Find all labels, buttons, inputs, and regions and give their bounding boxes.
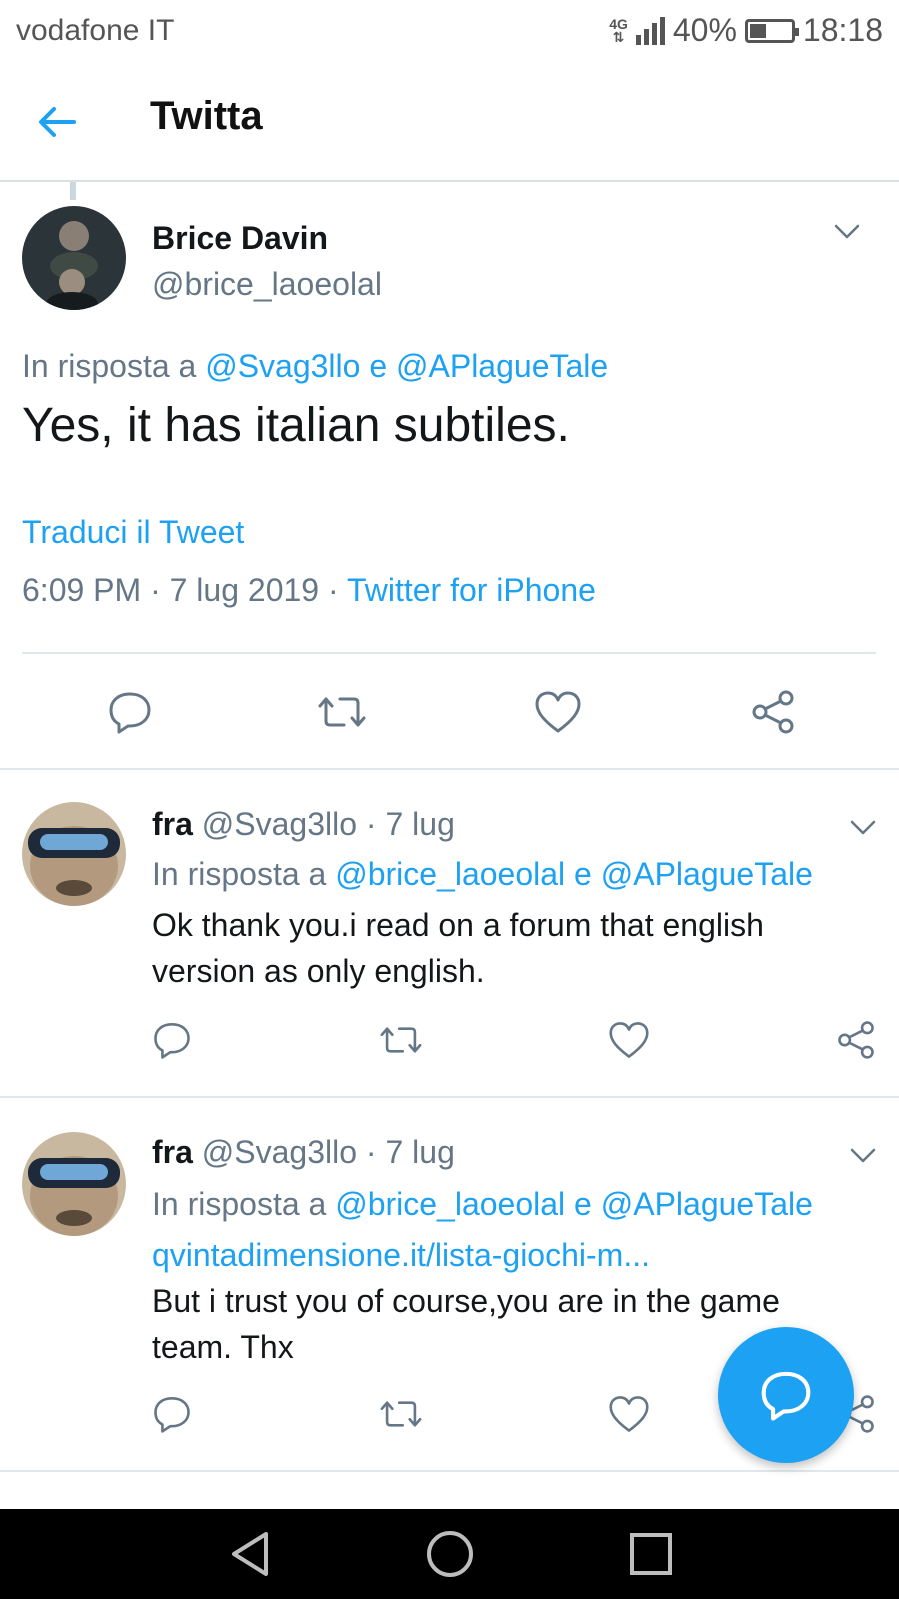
tweet-date: · 7 lug bbox=[365, 806, 455, 842]
compose-reply-icon bbox=[761, 1371, 811, 1421]
author-name[interactable]: fra bbox=[152, 1134, 193, 1170]
author-handle[interactable]: @Svag3llo bbox=[202, 1134, 357, 1170]
page-title: Twitta bbox=[150, 94, 263, 138]
share-icon[interactable] bbox=[836, 1020, 876, 1060]
battery-percent: 40% bbox=[672, 12, 737, 48]
carrier-name: vodafone IT bbox=[16, 14, 175, 47]
recents-square-icon[interactable] bbox=[628, 1529, 674, 1584]
like-icon[interactable] bbox=[608, 1020, 650, 1060]
reply-context: In risposta a @Svag3llo e @APlagueTale bbox=[22, 348, 609, 384]
tweet-meta: 6:09 PM · 7 lug 2019 · Twitter for iPhon… bbox=[22, 572, 596, 608]
chevron-down-icon[interactable] bbox=[848, 1140, 878, 1170]
retweet-icon[interactable] bbox=[378, 1020, 424, 1060]
system-nav-bar bbox=[0, 1509, 899, 1599]
reply-context: In risposta a @brice_laoeolal e @APlague… bbox=[152, 1186, 813, 1222]
app-header: Twitta bbox=[0, 62, 899, 182]
reply-icon[interactable] bbox=[152, 1020, 192, 1060]
thread-connector bbox=[70, 182, 76, 200]
like-icon[interactable] bbox=[534, 689, 582, 735]
source-link[interactable]: Twitter for iPhone bbox=[347, 572, 596, 608]
divider bbox=[22, 652, 876, 654]
signal-icon bbox=[635, 16, 665, 45]
author-handle[interactable]: @brice_laoeolal bbox=[152, 266, 382, 303]
divider bbox=[0, 1470, 899, 1472]
reply-icon[interactable] bbox=[107, 689, 153, 735]
reply-context: In risposta a @brice_laoeolal e @APlague… bbox=[152, 856, 813, 892]
divider bbox=[0, 1096, 899, 1098]
mention-link[interactable]: @brice_laoeolal bbox=[335, 1186, 565, 1222]
retweet-icon[interactable] bbox=[378, 1394, 424, 1434]
like-icon[interactable] bbox=[608, 1394, 650, 1434]
chevron-down-icon[interactable] bbox=[848, 812, 878, 842]
compose-reply-button[interactable] bbox=[718, 1327, 854, 1463]
reply-header: fra @Svag3llo · 7 lug bbox=[152, 806, 455, 843]
home-circle-icon[interactable] bbox=[425, 1529, 475, 1584]
avatar[interactable] bbox=[22, 1132, 126, 1236]
url-link[interactable]: qvintadimensione.it/lista-giochi-m... bbox=[152, 1237, 650, 1274]
battery-icon bbox=[744, 18, 799, 43]
tweet-text: Yes, it has italian subtiles. bbox=[22, 399, 570, 452]
mention-link[interactable]: @Svag3llo bbox=[205, 348, 360, 384]
avatar[interactable] bbox=[22, 206, 126, 310]
back-triangle-icon[interactable] bbox=[226, 1529, 274, 1584]
divider bbox=[0, 768, 899, 770]
mention-link[interactable]: @APlagueTale bbox=[601, 1186, 813, 1222]
avatar[interactable] bbox=[22, 802, 126, 906]
translate-link[interactable]: Traduci il Tweet bbox=[22, 514, 244, 551]
retweet-icon[interactable] bbox=[316, 689, 368, 735]
reply-header: fra @Svag3llo · 7 lug bbox=[152, 1134, 455, 1171]
share-icon[interactable] bbox=[750, 689, 796, 735]
arrow-left-icon[interactable] bbox=[34, 98, 82, 146]
tweet-text: Ok thank you.i read on a forum that engl… bbox=[152, 907, 764, 989]
author-name[interactable]: fra bbox=[152, 806, 193, 842]
mention-link[interactable]: @APlagueTale bbox=[601, 856, 813, 892]
reply-icon[interactable] bbox=[152, 1394, 192, 1434]
status-bar: vodafone IT 4G ⇅ 40% 18:18 bbox=[0, 0, 899, 62]
author-name[interactable]: Brice Davin bbox=[152, 220, 328, 257]
clock: 18:18 bbox=[802, 12, 883, 48]
tweet-date: · 7 lug bbox=[365, 1134, 455, 1170]
author-handle[interactable]: @Svag3llo bbox=[202, 806, 357, 842]
status-icons: 4G ⇅ 40% 18:18 bbox=[609, 12, 883, 49]
chevron-down-icon[interactable] bbox=[832, 216, 862, 246]
mention-link[interactable]: @APlagueTale bbox=[396, 348, 608, 384]
mention-link[interactable]: @brice_laoeolal bbox=[335, 856, 565, 892]
network-type: 4G ⇅ bbox=[609, 15, 628, 45]
